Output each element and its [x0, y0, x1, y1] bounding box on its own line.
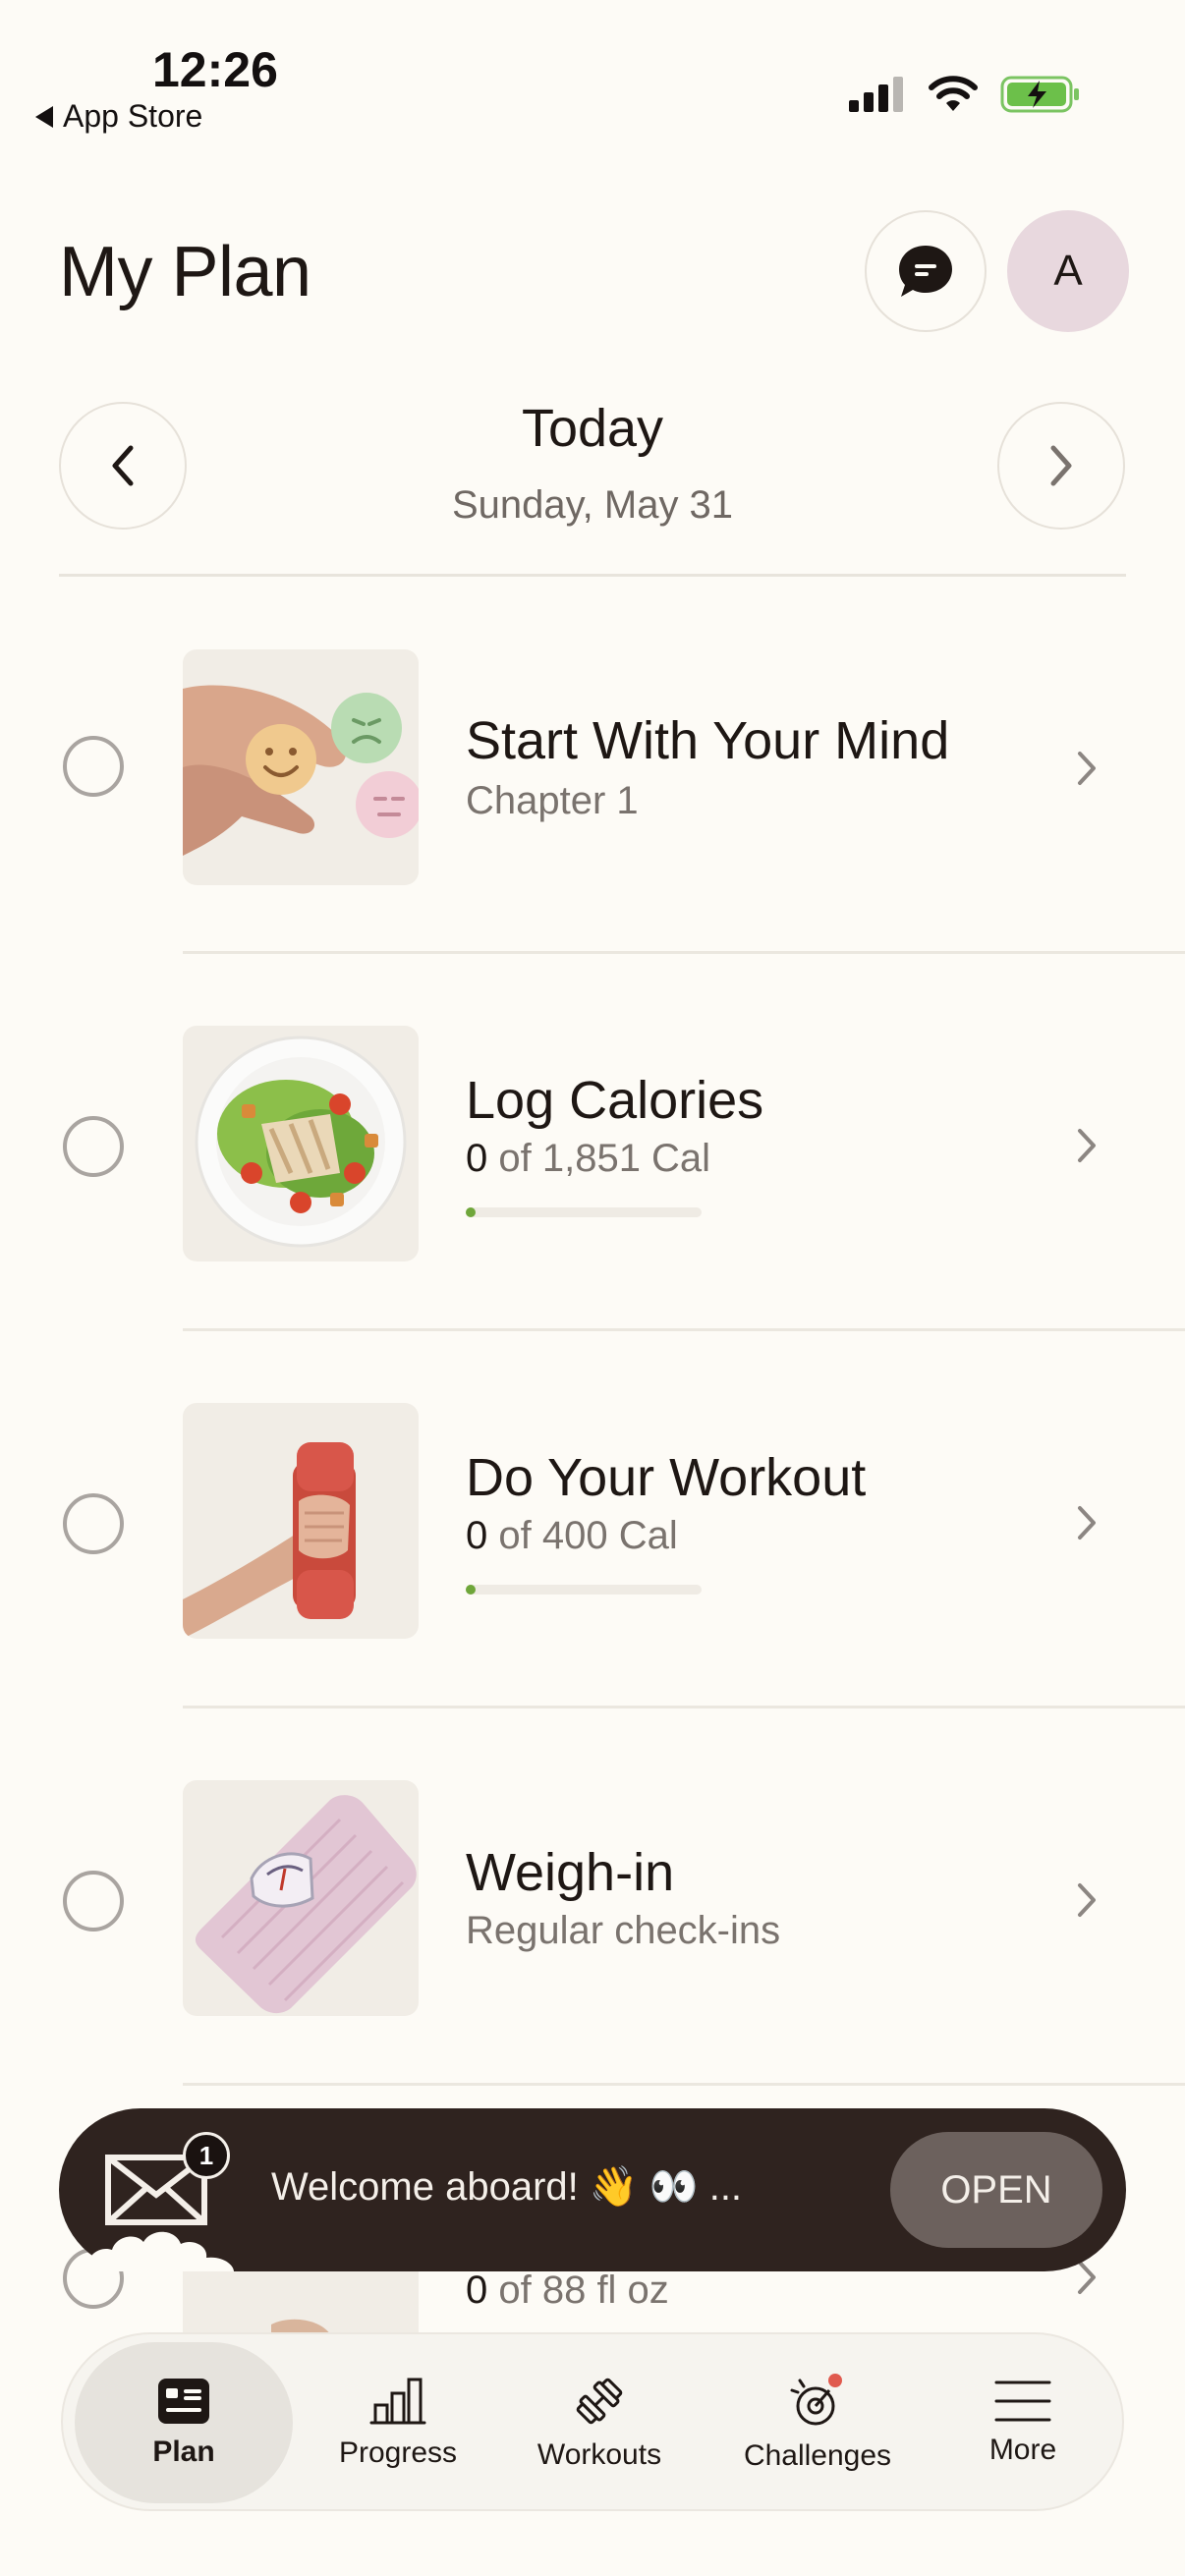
- salad-illustration: [195, 1036, 407, 1248]
- next-day-button[interactable]: [997, 402, 1125, 530]
- plan-item-workout[interactable]: Do Your Workout 0 of 400 Cal: [0, 1331, 1185, 1708]
- tab-label: Workouts: [536, 2438, 662, 2471]
- item-subtitle: 0 of 1,851 Cal: [466, 1137, 710, 1181]
- complete-checkbox[interactable]: [63, 736, 124, 797]
- progress-fill: [466, 1207, 476, 1217]
- tab-label: More: [988, 2434, 1057, 2466]
- tab-label: Challenges: [743, 2439, 892, 2472]
- item-title: Weigh-in: [466, 1843, 675, 1902]
- water-value: 0: [466, 2268, 488, 2312]
- status-time: 12:26: [152, 42, 278, 97]
- mind-illustration: [183, 685, 419, 856]
- item-subtitle: Chapter 1: [466, 779, 639, 822]
- dumbbell-thumbnail: [183, 1403, 419, 1639]
- back-triangle-icon: [35, 105, 53, 128]
- plan-icon: [158, 2379, 209, 2424]
- dumbbell-icon: [576, 2378, 623, 2425]
- salad-thumbnail: [183, 1026, 419, 1261]
- water-goal: of 88 fl oz: [487, 2268, 669, 2312]
- back-label: App Store: [63, 98, 203, 134]
- progress-icon: [369, 2378, 426, 2425]
- signal-icon: [849, 77, 903, 112]
- plan-item-weigh-in[interactable]: Weigh-in Regular check-ins: [0, 1708, 1185, 2086]
- chat-bubble-icon: [899, 246, 952, 297]
- chevron-right-icon: [1078, 1506, 1096, 1540]
- challenges-icon: [790, 2374, 842, 2426]
- toast-open-button[interactable]: OPEN: [890, 2132, 1102, 2248]
- calories-goal: of 1,851 Cal: [487, 1137, 711, 1180]
- tab-challenges[interactable]: Challenges: [707, 2342, 928, 2503]
- chevron-right-icon: [1050, 445, 1072, 486]
- complete-checkbox[interactable]: [63, 1493, 124, 1554]
- progress-fill: [466, 1585, 476, 1595]
- chevron-right-icon: [1078, 752, 1096, 785]
- notification-dot: [828, 2374, 842, 2387]
- avatar[interactable]: A: [1007, 210, 1129, 332]
- chevron-right-icon: [1078, 1129, 1096, 1162]
- workout-goal: of 400 Cal: [487, 1514, 678, 1557]
- welcome-toast[interactable]: 1 Welcome aboard! 👋 👀 ... OPEN: [59, 2108, 1126, 2271]
- scale-thumbnail: [183, 1780, 419, 2016]
- calories-value: 0: [466, 1137, 488, 1180]
- item-title: Do Your Workout: [466, 1448, 867, 1507]
- scale-illustration: [195, 1795, 417, 2014]
- item-subtitle: 0 of 88 fl oz: [466, 2268, 669, 2313]
- workout-value: 0: [466, 1514, 488, 1557]
- complete-checkbox[interactable]: [63, 1116, 124, 1177]
- workout-progress-bar: [466, 1585, 702, 1595]
- tab-label: Progress: [338, 2436, 458, 2469]
- chevron-right-icon: [1078, 1883, 1096, 1917]
- page-title: My Plan: [59, 233, 311, 311]
- dumbbell-illustration: [183, 1442, 356, 1639]
- tab-more[interactable]: More: [939, 2342, 1106, 2503]
- status-icons: [849, 75, 1081, 114]
- bottom-tab-bar: Plan Progress Workouts Challenges More: [61, 2332, 1124, 2511]
- item-title: Log Calories: [466, 1071, 764, 1130]
- tab-workouts[interactable]: Workouts: [503, 2342, 696, 2503]
- back-to-app-store[interactable]: App Store: [35, 98, 202, 135]
- complete-checkbox[interactable]: [63, 1871, 124, 1932]
- tab-plan[interactable]: Plan: [75, 2342, 293, 2503]
- chevron-right-icon: [1078, 2261, 1096, 2294]
- tab-progress[interactable]: Progress: [305, 2342, 491, 2503]
- chat-button[interactable]: [865, 210, 987, 332]
- menu-icon: [994, 2380, 1051, 2422]
- wifi-icon: [929, 76, 978, 111]
- plan-item-log-calories[interactable]: Log Calories 0 of 1,851 Cal: [0, 954, 1185, 1331]
- plan-item-mind[interactable]: Start With Your Mind Chapter 1: [0, 577, 1185, 954]
- item-subtitle: 0 of 400 Cal: [466, 1514, 678, 1558]
- item-title: Start With Your Mind: [466, 711, 950, 770]
- calories-progress-bar: [466, 1207, 702, 1217]
- mind-thumbnail: [183, 649, 419, 885]
- item-subtitle: Regular check-ins: [466, 1909, 781, 1952]
- toast-message: Welcome aboard! 👋 👀 ...: [271, 2165, 743, 2209]
- toast-badge: 1: [183, 2132, 230, 2179]
- tab-label: Plan: [152, 2436, 215, 2468]
- battery-charging-icon: [1000, 76, 1079, 113]
